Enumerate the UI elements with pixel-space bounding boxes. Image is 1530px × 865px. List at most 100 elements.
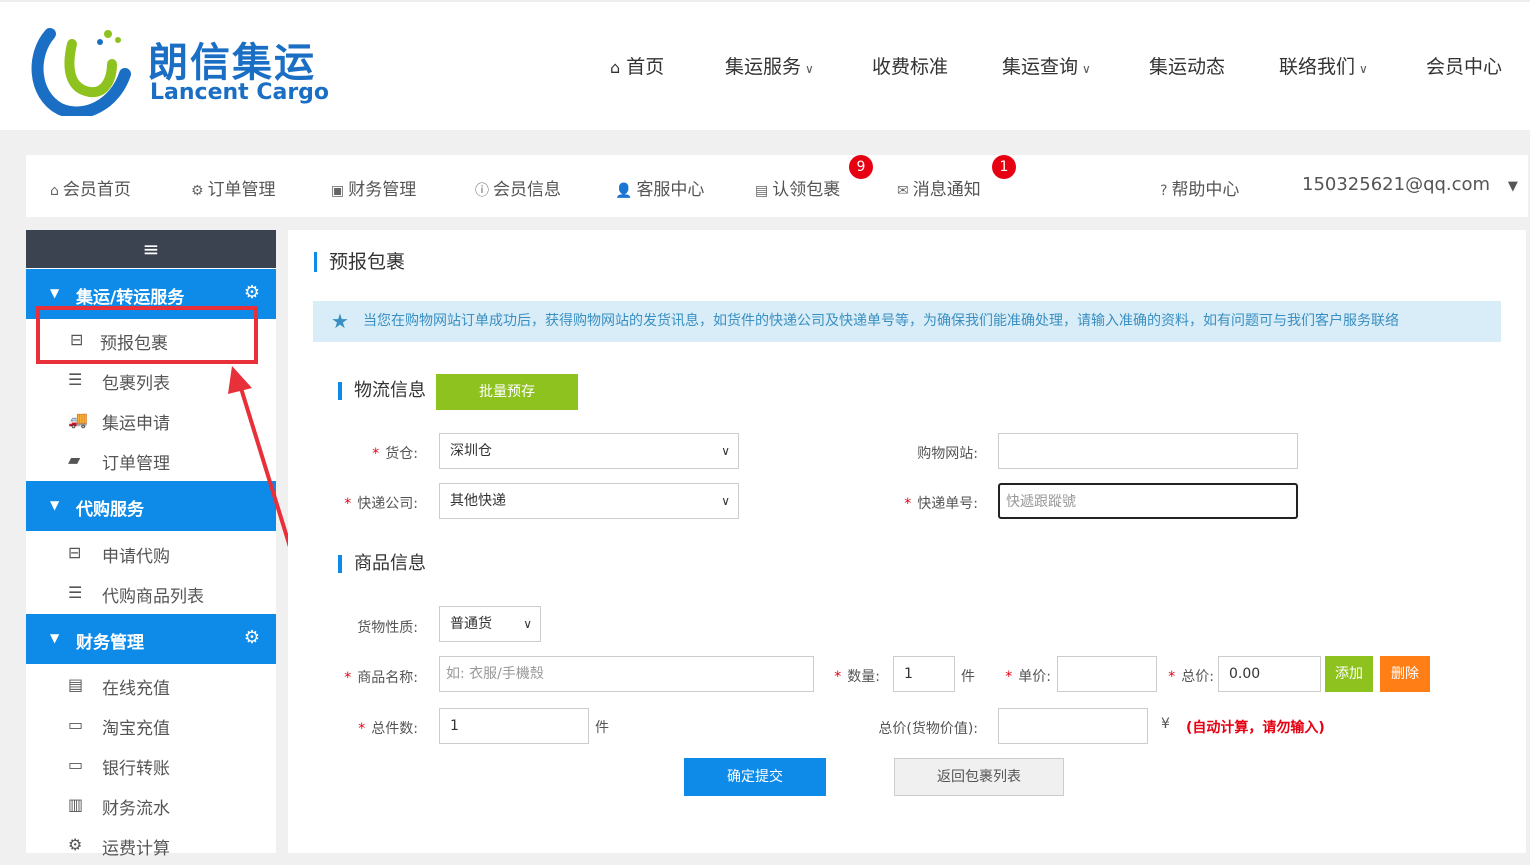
quantity-label: * 数量: <box>834 669 880 685</box>
member-finance[interactable]: ▣ 财务管理 <box>331 175 416 200</box>
sidebar-item-label: 淘宝充值 <box>102 719 170 739</box>
sidebar-item-bank-transfer[interactable]: ▭ 银行转账 <box>26 745 276 785</box>
delete-goods-button[interactable]: 删除 <box>1380 656 1430 692</box>
sidebar-item-label: 订单管理 <box>102 454 170 474</box>
inbox-icon: ⊟ <box>68 543 82 562</box>
sidebar-item-freight-calc[interactable]: ⚙ 运费计算 <box>26 825 276 865</box>
goods-nature-value: 普通货 <box>450 616 492 632</box>
list-icon: ☰ <box>68 370 83 389</box>
member-info[interactable]: ⓘ 会员信息 <box>475 175 561 200</box>
courier-value: 其他快递 <box>450 493 506 509</box>
sidebar-section-finance[interactable]: ▼ 财务管理 ⚙ <box>26 614 276 664</box>
member-messages[interactable]: ✉ 消息通知 <box>897 175 981 200</box>
total-count-input[interactable]: 1 <box>439 708 589 744</box>
caret-down-icon: ▼ <box>50 631 60 645</box>
unit-price-label: * 单价: <box>1005 669 1051 685</box>
messages-badge: 1 <box>992 155 1016 179</box>
sidebar-section-title: 集运/转运服务 <box>76 288 185 308</box>
warehouse-select[interactable]: 深圳仓 ∨ <box>439 433 739 469</box>
member-orders-label: 订单管理 <box>207 180 276 200</box>
member-service[interactable]: 👤 客服中心 <box>615 175 704 200</box>
notice-banner: ★ 当您在购物网站订单成功后，获得购物网站的发货讯息，如货件的快递公司及快递单号… <box>313 301 1501 342</box>
info-icon: ⓘ <box>475 183 489 199</box>
chevron-down-icon: ∨ <box>721 494 730 508</box>
sidebar-item-label: 申请代购 <box>102 547 170 567</box>
quantity-value: 1 <box>904 666 913 682</box>
currency-symbol: ¥ <box>1161 716 1170 732</box>
sidebar-toggle[interactable]: ≡ <box>26 230 276 268</box>
home-icon: ⌂ <box>50 183 59 199</box>
claim-package-badge: 9 <box>849 155 873 179</box>
goods-nature-select[interactable]: 普通货 ∨ <box>439 606 541 642</box>
shopping-site-label: 购物网站: <box>917 446 978 462</box>
shopping-site-input[interactable] <box>998 433 1298 469</box>
bar-chart-icon: ▥ <box>68 795 84 814</box>
nav-home[interactable]: ⌂ 首页 <box>610 52 664 79</box>
tracking-number-input[interactable]: 快遞跟蹤號 <box>998 483 1298 519</box>
sidebar-item-finance-flow[interactable]: ▥ 财务流水 <box>26 785 276 825</box>
add-goods-button[interactable]: 添加 <box>1325 656 1373 692</box>
nav-pricing-label: 收费标准 <box>872 56 949 78</box>
sidebar-item-order-management[interactable]: ▰ 订单管理 <box>26 440 276 480</box>
sidebar-item-label: 包裹列表 <box>102 374 170 394</box>
member-help[interactable]: ? 帮助中心 <box>1160 175 1239 200</box>
sidebar-section-purchase[interactable]: ▼ 代购服务 <box>26 481 276 531</box>
sidebar-item-label: 集运申请 <box>102 414 170 434</box>
sidebar-item-shipping-apply[interactable]: 🚚 集运申请 <box>26 400 276 440</box>
gear-icon[interactable]: ⚙ <box>244 282 260 303</box>
nav-news[interactable]: 集运动态 <box>1149 52 1225 79</box>
account-menu[interactable]: 150325621@qq.com ▼ <box>1302 174 1518 195</box>
sidebar-section-title: 财务管理 <box>76 633 144 653</box>
site-header: 朗信集运 Lancent Cargo ⌂ 首页 集运服务 ∨ 收费标准 集运查询 ∨… <box>0 0 1530 130</box>
sidebar-item-purchase-list[interactable]: ☰ 代购商品列表 <box>26 573 276 613</box>
envelope-icon: ✉ <box>897 183 909 199</box>
member-claim-package-label: 认领包裹 <box>772 180 841 200</box>
quantity-input[interactable]: 1 <box>893 656 955 692</box>
sidebar-item-taobao-recharge[interactable]: ▭ 淘宝充值 <box>26 705 276 745</box>
list-icon: ☰ <box>68 583 83 602</box>
goods-nature-label: 货物性质: <box>357 620 418 636</box>
credit-card-icon: ▭ <box>68 715 84 734</box>
sidebar-item-label: 银行转账 <box>102 759 170 779</box>
nav-member-center[interactable]: 会员中心 <box>1426 52 1502 79</box>
nav-shipping-service[interactable]: 集运服务 ∨ <box>725 52 814 79</box>
annotation-highlight-box <box>36 306 258 364</box>
back-to-list-button[interactable]: 返回包裹列表 <box>894 758 1064 796</box>
total-count-label: * 总件数: <box>358 721 418 737</box>
courier-select[interactable]: 其他快递 ∨ <box>439 483 739 519</box>
courier-label: * 快递公司: <box>344 496 418 512</box>
chevron-down-icon: ∨ <box>721 444 730 458</box>
submit-button[interactable]: 确定提交 <box>684 758 826 796</box>
member-claim-package[interactable]: ▤ 认领包裹 <box>755 175 840 200</box>
main-nav: ⌂ 首页 集运服务 ∨ 收费标准 集运查询 ∨ 集运动态 联络我们 ∨ 会员中心 <box>0 52 1530 84</box>
sidebar-item-package-list[interactable]: ☰ 包裹列表 <box>26 360 276 400</box>
account-email: 150325621@qq.com <box>1302 174 1491 195</box>
sidebar-item-label: 在线充值 <box>102 679 170 699</box>
gear-icon[interactable]: ⚙ <box>244 627 260 648</box>
nav-pricing[interactable]: 收费标准 <box>872 52 948 79</box>
credit-card-icon: ▭ <box>68 755 84 774</box>
auto-calc-note: (自动计算，请勿输入) <box>1186 720 1325 736</box>
card-icon: ▤ <box>68 675 84 694</box>
nav-shipping-query[interactable]: 集运查询 ∨ <box>1002 52 1091 79</box>
goods-name-label: * 商品名称: <box>344 670 418 686</box>
goods-value-input[interactable] <box>998 708 1148 744</box>
sidebar-item-online-recharge[interactable]: ▤ 在线充值 <box>26 665 276 705</box>
member-home[interactable]: ⌂ 会员首页 <box>50 175 131 200</box>
quantity-unit: 件 <box>961 669 975 685</box>
tracking-placeholder: 快遞跟蹤號 <box>1006 494 1076 510</box>
archive-icon: ▤ <box>755 183 769 199</box>
total-price-value: 0.00 <box>1229 666 1261 682</box>
star-icon: ★ <box>331 309 349 333</box>
total-price-input[interactable]: 0.00 <box>1218 656 1321 692</box>
batch-prestore-button[interactable]: 批量预存 <box>436 374 578 410</box>
member-orders[interactable]: ⚙ 订单管理 <box>191 175 276 200</box>
unit-price-input[interactable] <box>1057 656 1157 692</box>
nav-contact[interactable]: 联络我们 ∨ <box>1279 52 1368 79</box>
goods-name-input[interactable]: 如: 衣服/手機殼 <box>439 656 814 692</box>
sidebar-item-label: 运费计算 <box>102 839 170 859</box>
page-title: 预报包裹 <box>314 252 405 272</box>
tracking-label: * 快递单号: <box>904 496 978 512</box>
sidebar-item-apply-purchase[interactable]: ⊟ 申请代购 <box>26 533 276 573</box>
sidebar-item-label: 代购商品列表 <box>102 587 204 607</box>
